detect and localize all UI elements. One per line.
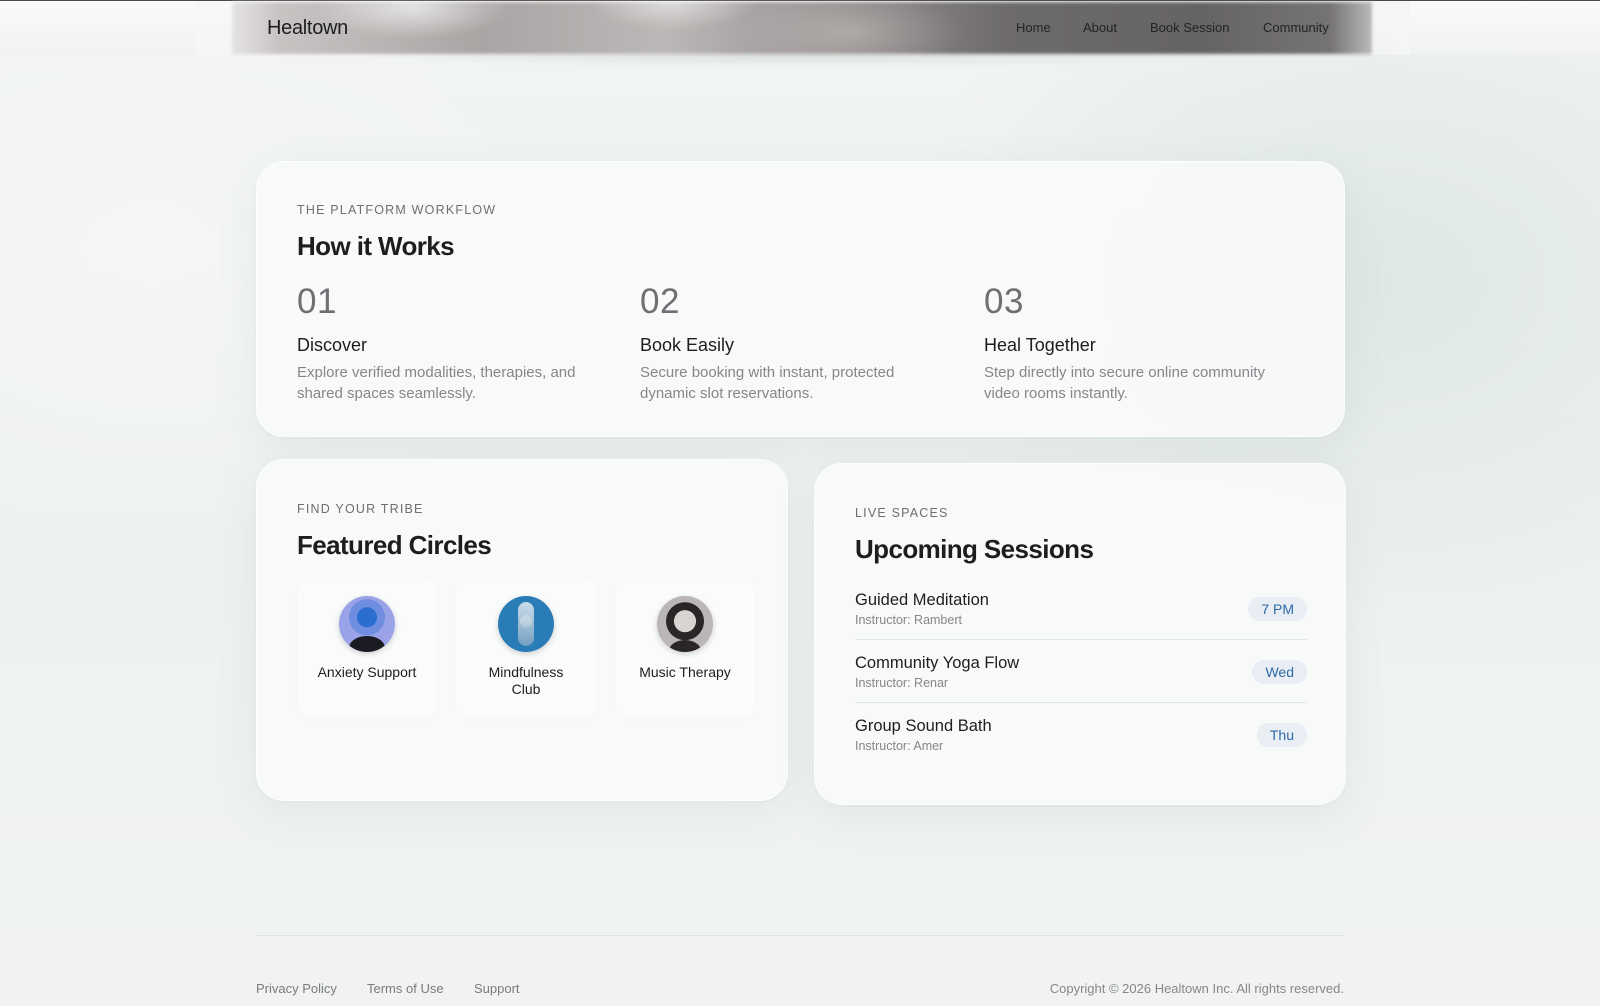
nav-community[interactable]: Community (1263, 20, 1329, 35)
top-navigation-bar: Healtown Home About Book Session Communi… (0, 0, 1600, 55)
how-it-works-card: THE PLATFORM WORKFLOW How it Works 01 Di… (256, 161, 1345, 437)
page-background (0, 0, 1600, 1006)
section-title: Featured Circles (297, 530, 492, 560)
circle-tile-music-therapy[interactable]: Music Therapy (615, 577, 755, 719)
circle-label: Mindfulness Club (488, 664, 564, 697)
circle-label: Anxiety Support (317, 664, 417, 680)
nav-book-session[interactable]: Book Session (1150, 20, 1230, 35)
step-title: Discover (297, 335, 368, 355)
session-row[interactable]: Guided Meditation Instructor: Rambert 7 … (855, 591, 1307, 653)
nav-home[interactable]: Home (1016, 20, 1051, 35)
step-description: Step directly into secure online communi… (984, 364, 1265, 402)
avatar (339, 596, 395, 652)
avatar (498, 596, 554, 652)
nav-about[interactable]: About (1083, 20, 1117, 35)
section-title: Upcoming Sessions (855, 534, 1094, 564)
divider (855, 702, 1307, 703)
step-number: 02 (640, 282, 680, 321)
brand-logo[interactable]: Healtown (267, 17, 348, 40)
divider (855, 639, 1307, 640)
session-instructor: Instructor: Renar (855, 676, 949, 690)
session-name: Group Sound Bath (855, 717, 992, 735)
session-time-badge: 7 PM (1248, 597, 1307, 621)
circle-tile-anxiety-support[interactable]: Anxiety Support (297, 577, 437, 719)
step-book-easily: 02 Book Easily Secure booking with insta… (640, 284, 950, 404)
section-eyebrow: FIND YOUR TRIBE (297, 502, 424, 516)
section-eyebrow: LIVE SPACES (855, 506, 949, 520)
step-title: Heal Together (984, 335, 1096, 355)
session-time-badge: Thu (1256, 723, 1307, 747)
session-instructor: Instructor: Amer (855, 739, 944, 753)
copyright-text: Copyright © 2026 Healtown Inc. All right… (1049, 981, 1344, 996)
step-description: Secure booking with instant, protected d… (640, 364, 895, 402)
circle-label: Music Therapy (639, 664, 731, 680)
footer-link-terms[interactable]: Terms of Use (367, 981, 444, 996)
step-heal-together: 03 Heal Together Step directly into secu… (984, 284, 1294, 404)
footer-link-privacy[interactable]: Privacy Policy (256, 981, 337, 996)
avatar (657, 596, 713, 652)
circle-tile-mindfulness-club[interactable]: Mindfulness Club (456, 577, 596, 719)
footer-divider (256, 935, 1345, 936)
footer-link-support[interactable]: Support (474, 981, 520, 996)
session-time-badge: Wed (1252, 660, 1307, 684)
section-title: How it Works (297, 231, 455, 261)
step-number: 03 (984, 282, 1024, 321)
session-instructor: Instructor: Rambert (855, 613, 962, 627)
section-eyebrow: THE PLATFORM WORKFLOW (297, 203, 497, 217)
session-row[interactable]: Group Sound Bath Instructor: Amer Thu (855, 717, 1307, 779)
step-number: 01 (297, 282, 337, 321)
session-name: Guided Meditation (855, 591, 989, 609)
session-row[interactable]: Community Yoga Flow Instructor: Renar We… (855, 654, 1307, 716)
step-discover: 01 Discover Explore verified modalities,… (297, 284, 607, 404)
step-title: Book Easily (640, 335, 735, 355)
session-name: Community Yoga Flow (855, 654, 1020, 672)
upcoming-sessions-card: LIVE SPACES Upcoming Sessions Guided Med… (814, 463, 1346, 805)
step-description: Explore verified modalities, therapies, … (297, 364, 576, 402)
featured-circles-card: FIND YOUR TRIBE Featured Circles Anxiety… (256, 459, 788, 801)
